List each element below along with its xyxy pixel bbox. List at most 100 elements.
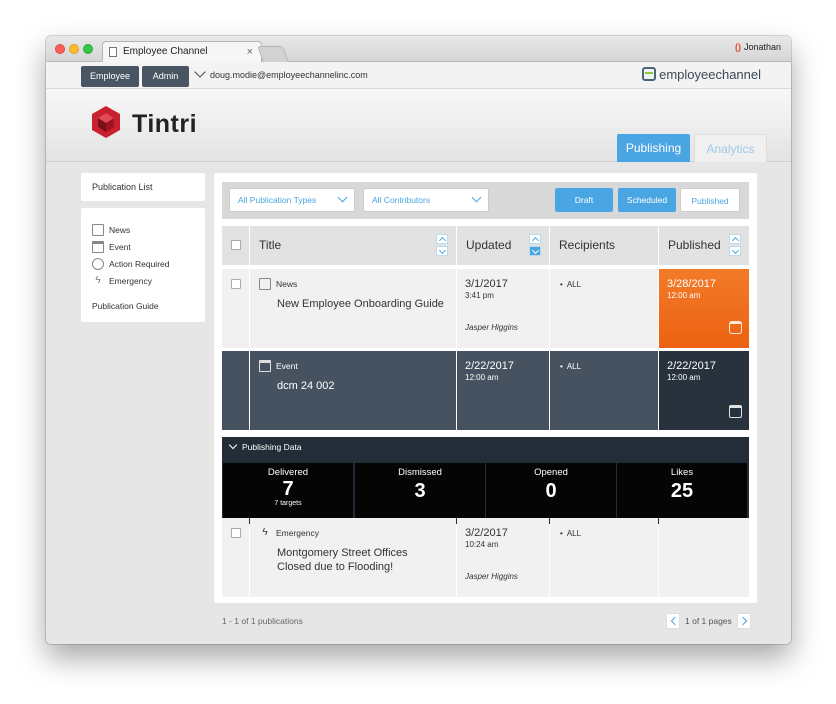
table-header: Title Updated Recipients Published xyxy=(222,226,749,265)
brand-icon xyxy=(642,67,657,81)
maximize-window-button[interactable] xyxy=(83,44,93,54)
chevron-down-icon xyxy=(471,192,482,203)
account-dropdown[interactable]: doug.modie@employeechannelinc.com xyxy=(194,66,368,80)
title-cell[interactable]: News New Employee Onboarding Guide xyxy=(250,269,456,348)
user-profile-icon: () xyxy=(734,42,741,52)
tintri-logo: Tintri xyxy=(90,105,200,141)
column-header-title[interactable]: Title xyxy=(250,226,456,265)
recipients-cell: • ALL xyxy=(550,518,658,597)
publication-type-select[interactable]: All Publication Types xyxy=(229,188,355,212)
recipient-item: • ALL xyxy=(560,280,582,289)
draft-filter-button[interactable]: Draft xyxy=(555,188,613,212)
browser-user[interactable]: () Jonathan xyxy=(735,42,781,52)
updated-by: Jasper Higgins xyxy=(465,572,518,581)
calendar-icon xyxy=(259,360,271,372)
column-header-published[interactable]: Published xyxy=(659,226,749,265)
recipients-cell: • ALL xyxy=(550,351,658,430)
sort-up-icon[interactable] xyxy=(529,234,541,244)
document-icon xyxy=(109,47,117,57)
publication-title[interactable]: Montgomery Street Offices Closed due to … xyxy=(277,546,408,574)
new-tab-button[interactable] xyxy=(257,46,289,62)
published-cell xyxy=(659,518,749,597)
tab-analytics[interactable]: Analytics xyxy=(694,134,767,162)
logo-text: Tintri xyxy=(132,110,198,138)
sort-control[interactable] xyxy=(436,234,448,256)
row-select-cell xyxy=(222,518,249,597)
sort-control[interactable] xyxy=(729,234,741,256)
sort-down-icon[interactable] xyxy=(529,246,541,256)
row-checkbox[interactable] xyxy=(231,279,241,289)
published-time: 12:00 am xyxy=(667,291,701,300)
publication-title[interactable]: dcm 24 002 xyxy=(277,379,334,393)
row-checkbox[interactable] xyxy=(231,528,241,538)
admin-button[interactable]: Admin xyxy=(142,66,189,87)
publishing-data-header: Publishing Data xyxy=(242,442,302,452)
sidebar-item-news[interactable]: News xyxy=(92,221,195,238)
publication-type: ϟ Emergency xyxy=(259,527,319,539)
row-select-cell xyxy=(222,269,249,348)
publication-type: Event xyxy=(259,360,298,372)
employee-button[interactable]: Employee xyxy=(81,66,139,87)
sidebar-item-emergency[interactable]: ϟ Emergency xyxy=(92,272,195,289)
stat-value: 25 xyxy=(670,480,694,502)
recipients-cell: • ALL xyxy=(550,269,658,348)
column-header-updated[interactable]: Updated xyxy=(457,226,549,265)
scheduled-clock-icon[interactable] xyxy=(729,321,742,334)
publication-type-value: All Publication Types xyxy=(238,195,317,205)
title-line: Montgomery Street Offices xyxy=(277,547,408,559)
title-cell[interactable]: Event dcm 24 002 xyxy=(250,351,456,430)
updated-cell: 2/22/2017 12:00 am xyxy=(457,351,549,430)
scheduled-filter-button[interactable]: Scheduled xyxy=(618,188,676,212)
next-page-button[interactable] xyxy=(736,613,751,629)
table-row-expanded[interactable]: Event dcm 24 002 2/22/2017 12:00 am • AL… xyxy=(222,351,749,430)
chevron-down-icon xyxy=(194,66,206,78)
row-select-cell xyxy=(222,351,249,430)
stat-value: 0 xyxy=(545,480,557,502)
brand-name: employeechannel xyxy=(659,67,761,82)
lightning-icon: ϟ xyxy=(262,527,268,538)
sidebar-item-publication-list[interactable]: Publication List xyxy=(81,173,205,201)
sort-down-icon[interactable] xyxy=(436,246,448,256)
published-date: 3/28/2017 xyxy=(667,278,716,290)
column-label: Published xyxy=(668,238,721,252)
page-body: Publication List News Event Action Requi… xyxy=(46,162,791,644)
calendar-icon[interactable] xyxy=(729,405,742,418)
calendar-icon xyxy=(92,240,104,253)
sidebar-item-action-required[interactable]: Action Required xyxy=(92,255,195,272)
close-window-button[interactable] xyxy=(55,44,65,54)
tab-publishing[interactable]: Publishing xyxy=(617,134,690,162)
type-label: Emergency xyxy=(276,528,319,538)
title-cell[interactable]: ϟ Emergency Montgomery Street Offices Clo… xyxy=(250,518,456,597)
publishing-data-toggle[interactable]: Publishing Data xyxy=(228,440,302,452)
tab-close-icon[interactable]: × xyxy=(247,42,253,62)
table-row[interactable]: ϟ Emergency Montgomery Street Offices Clo… xyxy=(222,518,749,597)
stat-likes: Likes 25 xyxy=(617,463,747,518)
sort-up-icon[interactable] xyxy=(436,234,448,244)
published-cell: 3/28/2017 12:00 am xyxy=(659,269,749,348)
contributors-select[interactable]: All Contributors xyxy=(363,188,489,212)
news-icon xyxy=(92,223,104,236)
publication-types-panel: News Event Action Required ϟ Emergency Pu… xyxy=(81,208,205,322)
minimize-window-button[interactable] xyxy=(69,44,79,54)
column-label: Updated xyxy=(466,238,512,252)
publication-title[interactable]: New Employee Onboarding Guide xyxy=(277,297,444,311)
select-all-checkbox[interactable] xyxy=(231,240,241,250)
lightning-icon: ϟ xyxy=(95,274,101,286)
sort-control[interactable] xyxy=(529,234,541,256)
previous-page-button[interactable] xyxy=(666,613,680,629)
published-filter-button[interactable]: Published xyxy=(680,188,740,212)
sidebar-item-publication-guide[interactable]: Publication Guide xyxy=(92,297,195,314)
published-date: 2/22/2017 xyxy=(667,360,716,372)
sidebar-item-event[interactable]: Event xyxy=(92,238,195,255)
browser-user-name: Jonathan xyxy=(743,42,781,52)
check-circle-icon xyxy=(92,257,104,270)
updated-date: 2/22/2017 xyxy=(465,360,514,372)
browser-tab[interactable]: Employee Channel × xyxy=(102,41,262,62)
sort-down-icon[interactable] xyxy=(729,246,741,256)
table-row[interactable]: News New Employee Onboarding Guide 3/1/2… xyxy=(222,269,749,348)
recipient-item: • ALL xyxy=(560,362,582,371)
stat-label: Opened xyxy=(534,467,568,478)
sort-up-icon[interactable] xyxy=(729,234,741,244)
published-time: 12:00 am xyxy=(667,373,701,382)
publishing-data-panel: Publishing Data Delivered 7 7 targets Di… xyxy=(222,437,749,524)
